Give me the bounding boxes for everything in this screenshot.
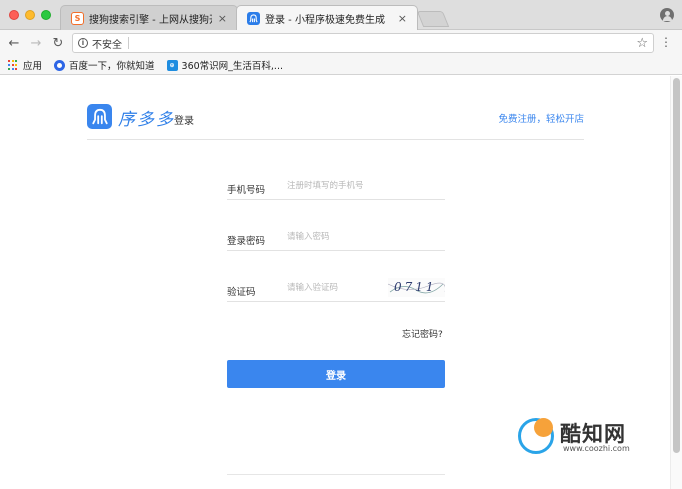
page-scrollbar[interactable] xyxy=(670,76,682,489)
captcha-text: 0711 xyxy=(394,280,437,294)
arrow-left-icon[interactable]: ← xyxy=(6,35,22,51)
window-maximize-button[interactable] xyxy=(41,10,51,20)
browser-toolbar: ← → ↻ i 不安全 ☆ ⋮ xyxy=(0,30,682,56)
tab-login[interactable]: 登录 - 小程序极速免费生成 × xyxy=(236,5,418,30)
star-icon[interactable]: ☆ xyxy=(636,36,648,51)
bookmark-label: 百度一下，你就知道 xyxy=(69,61,155,72)
watermark-url: www.coozhi.com xyxy=(563,444,630,453)
xuduoduo-logo-icon[interactable] xyxy=(87,104,112,129)
tab-close-icon[interactable]: × xyxy=(218,12,227,25)
tab-sogou[interactable]: S 搜狗搜索引擎 - 上网从搜狗开始 × xyxy=(60,5,238,30)
apps-grid-icon xyxy=(8,60,18,70)
register-link[interactable]: 免费注册，轻松开店 xyxy=(498,111,584,125)
phone-label: 手机号码 xyxy=(227,185,266,196)
new-tab-button[interactable] xyxy=(416,11,450,27)
captcha-label: 验证码 xyxy=(227,287,256,298)
bookmark-baidu[interactable]: 百度一下，你就知道 xyxy=(54,58,155,72)
captcha-image[interactable]: 0711 xyxy=(388,278,445,297)
footer-divider xyxy=(227,474,445,475)
window-titlebar: S 搜狗搜索引擎 - 上网从搜狗开始 × 登录 - 小程序极速免费生成 × xyxy=(0,0,682,30)
bookmark-360changshi[interactable]: ⊕ 360常识网_生活百科,... xyxy=(166,58,283,72)
tab-close-icon[interactable]: × xyxy=(398,12,407,25)
coozhi-logo-icon xyxy=(518,418,554,454)
bookmark-label: 360常识网_生活百科,... xyxy=(181,61,283,72)
bookmark-label: 应用 xyxy=(23,61,43,72)
password-row: 登录密码 xyxy=(227,215,445,251)
page-content: 序多多 登录 免费注册，轻松开店 手机号码 登录密码 验证码 0711 忘记密码… xyxy=(0,76,670,489)
360-site-icon: ⊕ xyxy=(166,59,178,71)
coozhi-watermark: 酷知网 www.coozhi.com xyxy=(518,414,646,458)
sogou-favicon-icon: S xyxy=(71,11,84,25)
window-close-button[interactable] xyxy=(9,10,19,20)
bookmark-apps[interactable]: 应用 xyxy=(8,58,42,72)
baidu-paw-icon xyxy=(54,59,66,71)
reload-icon[interactable]: ↻ xyxy=(50,35,66,51)
login-form: 手机号码 登录密码 验证码 0711 xyxy=(227,164,445,302)
profile-icon[interactable] xyxy=(660,8,674,22)
bookmarks-bar: 应用 百度一下，你就知道 ⊕ 360常识网_生活百科,... xyxy=(0,56,682,75)
password-input[interactable] xyxy=(287,229,437,244)
address-bar[interactable]: i 不安全 ☆ xyxy=(72,33,654,53)
captcha-row: 验证码 0711 xyxy=(227,266,445,302)
page-title: 登录 xyxy=(174,116,194,127)
site-header: 序多多 登录 免费注册，轻松开店 xyxy=(87,104,584,140)
tab-label: 搜狗搜索引擎 - 上网从搜狗开始 xyxy=(89,14,212,26)
phone-row: 手机号码 xyxy=(227,164,445,200)
forgot-password-link[interactable]: 忘记密码? xyxy=(402,327,443,340)
password-label: 登录密码 xyxy=(227,236,266,247)
xuduoduo-favicon-icon xyxy=(247,11,260,25)
phone-input[interactable] xyxy=(287,178,437,193)
site-logo-text: 序多多 xyxy=(118,110,175,130)
tab-label: 登录 - 小程序极速免费生成 xyxy=(265,14,385,26)
address-separator xyxy=(128,37,129,49)
security-indicator: 不安全 xyxy=(92,39,122,51)
info-icon[interactable]: i xyxy=(78,38,88,48)
scrollbar-thumb[interactable] xyxy=(673,78,680,453)
window-minimize-button[interactable] xyxy=(25,10,35,20)
captcha-input[interactable] xyxy=(287,280,377,295)
menu-dots-icon[interactable]: ⋮ xyxy=(660,35,672,49)
arrow-right-icon[interactable]: → xyxy=(28,35,44,51)
login-button[interactable]: 登录 xyxy=(227,360,445,388)
